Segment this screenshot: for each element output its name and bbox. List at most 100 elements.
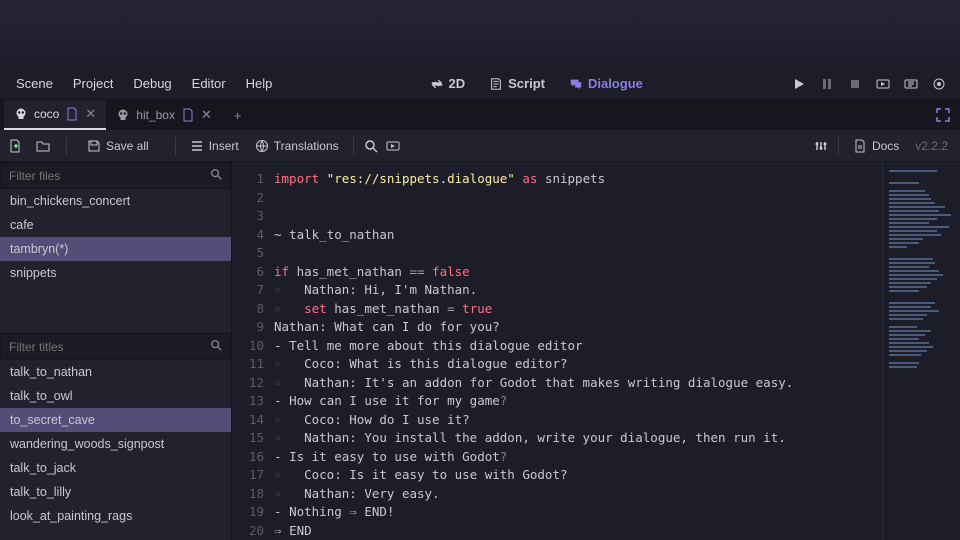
- tab-label: coco: [34, 107, 59, 121]
- menu-debug[interactable]: Debug: [123, 70, 181, 97]
- code-line[interactable]: 20⇒ END: [232, 522, 882, 540]
- code-line[interactable]: 2: [232, 189, 882, 208]
- code-line[interactable]: 9Nathan: What can I do for you?: [232, 318, 882, 337]
- code-line[interactable]: 6if has_met_nathan == false: [232, 263, 882, 282]
- open-file-icon[interactable]: [34, 137, 52, 155]
- line-number: 10: [232, 337, 274, 356]
- globe-icon: [255, 139, 269, 153]
- code-line[interactable]: 12» Nathan: It's an addon for Godot that…: [232, 374, 882, 393]
- title-item[interactable]: talk_to_lilly: [0, 480, 231, 504]
- line-number: 18: [232, 485, 274, 504]
- play-custom-icon[interactable]: [902, 75, 920, 93]
- code-line[interactable]: 19- Nothing ⇒ END!: [232, 503, 882, 522]
- close-icon[interactable]: ✕: [85, 106, 96, 122]
- test-dialogue-icon[interactable]: [384, 137, 402, 155]
- line-number: 7: [232, 281, 274, 300]
- close-icon[interactable]: ✕: [201, 107, 212, 123]
- search-icon[interactable]: [362, 137, 380, 155]
- list-icon: [190, 139, 204, 153]
- code-line[interactable]: 15» Nathan: You install the addon, write…: [232, 429, 882, 448]
- file-item[interactable]: tambryn(*): [0, 237, 231, 261]
- mode-2d[interactable]: 2D: [422, 72, 474, 95]
- line-number: 8: [232, 300, 274, 319]
- title-item[interactable]: wandering_woods_signpost: [0, 432, 231, 456]
- code-line[interactable]: 13- How can I use it for my game?: [232, 392, 882, 411]
- save-all-button[interactable]: Save all: [81, 135, 155, 157]
- version-label: v2.2.2: [909, 139, 954, 153]
- file-item[interactable]: bin_chickens_concert: [0, 189, 231, 213]
- editor[interactable]: 1import "res://snippets.dialogue" as sni…: [232, 162, 960, 540]
- render-icon[interactable]: [930, 75, 948, 93]
- menubar: SceneProjectDebugEditorHelp 2D Script Di…: [0, 68, 960, 100]
- mode-dialogue[interactable]: Dialogue: [561, 72, 651, 95]
- line-number: 12: [232, 374, 274, 393]
- main: bin_chickens_concertcafetambryn(*)snippe…: [0, 162, 960, 540]
- save-all-label: Save all: [106, 139, 149, 153]
- tab-label: hit_box: [136, 108, 175, 122]
- code-line[interactable]: 1import "res://snippets.dialogue" as sni…: [232, 170, 882, 189]
- code-area[interactable]: 1import "res://snippets.dialogue" as sni…: [232, 162, 882, 540]
- swap-icon: [430, 77, 444, 91]
- line-number: 5: [232, 244, 274, 263]
- dialogue-icon: [569, 77, 583, 91]
- filter-titles[interactable]: [0, 333, 231, 360]
- mode-2d-label: 2D: [449, 76, 466, 91]
- docs-icon: [853, 139, 867, 153]
- menu-editor[interactable]: Editor: [182, 70, 236, 97]
- docs-label: Docs: [872, 139, 899, 153]
- line-number: 4: [232, 226, 274, 245]
- pause-icon[interactable]: [818, 75, 836, 93]
- search-icon: [210, 168, 222, 183]
- line-number: 19: [232, 503, 274, 522]
- line-number: 15: [232, 429, 274, 448]
- line-number: 3: [232, 207, 274, 226]
- translations-button[interactable]: Translations: [249, 135, 345, 157]
- play-scene-icon[interactable]: [874, 75, 892, 93]
- insert-button[interactable]: Insert: [184, 135, 245, 157]
- save-icon: [87, 139, 101, 153]
- menu-help[interactable]: Help: [236, 70, 283, 97]
- filter-titles-input[interactable]: [9, 340, 210, 354]
- tab-coco[interactable]: coco ✕: [4, 100, 106, 130]
- title-item[interactable]: talk_to_jack: [0, 456, 231, 480]
- code-line[interactable]: 11» Coco: What is this dialogue editor?: [232, 355, 882, 374]
- menu-project[interactable]: Project: [63, 70, 123, 97]
- code-line[interactable]: 7» Nathan: Hi, I'm Nathan.: [232, 281, 882, 300]
- new-file-icon[interactable]: [6, 137, 24, 155]
- minimap[interactable]: [882, 162, 960, 540]
- mode-script[interactable]: Script: [481, 72, 553, 95]
- filter-files-input[interactable]: [9, 169, 210, 183]
- fullscreen-icon[interactable]: [926, 100, 960, 130]
- file-icon: [181, 108, 195, 122]
- stop-icon[interactable]: [846, 75, 864, 93]
- play-icon[interactable]: [790, 75, 808, 93]
- code-line[interactable]: 16- Is it easy to use with Godot?: [232, 448, 882, 467]
- code-line[interactable]: 14» Coco: How do I use it?: [232, 411, 882, 430]
- menu-scene[interactable]: Scene: [6, 70, 63, 97]
- line-number: 1: [232, 170, 274, 189]
- title-item[interactable]: to_secret_cave: [0, 408, 231, 432]
- code-line[interactable]: 8» set has_met_nathan = true: [232, 300, 882, 319]
- title-item[interactable]: talk_to_owl: [0, 384, 231, 408]
- line-number: 6: [232, 263, 274, 282]
- code-line[interactable]: 4~ talk_to_nathan: [232, 226, 882, 245]
- code-line[interactable]: 3: [232, 207, 882, 226]
- code-line[interactable]: 17» Coco: Is it easy to use with Godot?: [232, 466, 882, 485]
- file-item[interactable]: cafe: [0, 213, 231, 237]
- code-line[interactable]: 18» Nathan: Very easy.: [232, 485, 882, 504]
- line-number: 9: [232, 318, 274, 337]
- tab-hit_box[interactable]: hit_box ✕: [106, 100, 222, 130]
- window-chrome-spacer: [0, 0, 960, 68]
- tab-add[interactable]: +: [222, 100, 254, 130]
- code-line[interactable]: 10- Tell me more about this dialogue edi…: [232, 337, 882, 356]
- title-list: talk_to_nathantalk_to_owlto_secret_cavew…: [0, 360, 231, 528]
- filter-files[interactable]: [0, 162, 231, 189]
- settings-icon[interactable]: [812, 137, 830, 155]
- code-line[interactable]: 5: [232, 244, 882, 263]
- title-item[interactable]: talk_to_nathan: [0, 360, 231, 384]
- file-item[interactable]: snippets: [0, 261, 231, 285]
- title-item[interactable]: look_at_painting_rags: [0, 504, 231, 528]
- line-number: 20: [232, 522, 274, 540]
- insert-label: Insert: [209, 139, 239, 153]
- docs-button[interactable]: Docs: [847, 135, 905, 157]
